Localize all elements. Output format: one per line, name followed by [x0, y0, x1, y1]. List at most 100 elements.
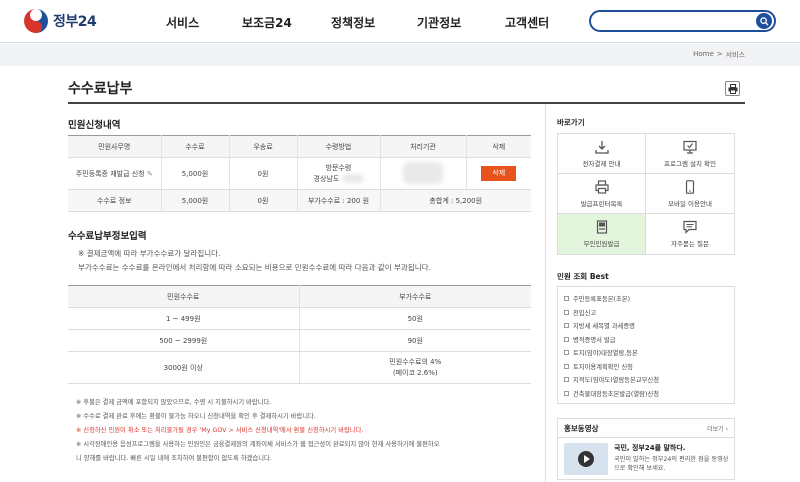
taegeuk-logo-icon — [24, 9, 48, 33]
fee-cell: 5,000원 — [160, 157, 229, 190]
nav-policy-info[interactable]: 정책정보 — [331, 14, 375, 31]
quick-link-label: 전자결제 안내 — [582, 159, 621, 168]
header: 정부24 서비스 보조금24 정책정보 기관정보 고객센터 — [0, 0, 800, 43]
list-item[interactable]: 지방세 세목별 과세증명 — [564, 319, 728, 333]
extra-fee-payco: (페이코 2.6%) — [392, 368, 438, 377]
payment-info-heading: 수수료납부정보입력 — [68, 231, 147, 242]
col-header: 민원사무명 — [68, 135, 161, 158]
receive-method-cell: 방문수령 경상남도 — [296, 157, 380, 190]
quick-link-epayment[interactable]: 전자결제 안내 — [558, 134, 646, 174]
breadcrumb: Home > 서비스 — [693, 50, 745, 60]
extra-fee: 민원수수료의 4% — [389, 357, 442, 366]
nav-agency-info[interactable]: 기관정보 — [417, 14, 461, 31]
quick-link-label: 자주묻는 질문 — [671, 240, 709, 248]
fee-description: 부가수수료는 수수료를 온라인에서 처리함에 따라 소요되는 비용으로 민원수수… — [78, 263, 431, 272]
mobile-icon — [685, 179, 695, 194]
best-item-label: 주민등록표등본(초본) — [573, 296, 631, 304]
quick-link-label: 프로그램 설치 확인 — [664, 159, 716, 168]
nav-subsidy24[interactable]: 보조금24 — [242, 14, 292, 31]
fee-range: 3000원 이상 — [68, 351, 299, 384]
video-thumbnail[interactable] — [564, 443, 608, 475]
search-input[interactable] — [589, 10, 776, 32]
service-name: 주민등록증 재발급 신청 — [75, 169, 145, 178]
print-button[interactable] — [725, 81, 740, 96]
logo-text: 정부24 — [53, 14, 97, 30]
bullet-icon — [564, 377, 569, 383]
promo-video-box: 홍보동영상 더보기 › 국민, 정부24를 말하다. 국민이 말하는 정부24의… — [557, 418, 735, 480]
agency-cell — [379, 157, 466, 190]
table-row: 3000원 이상 민원수수료의 4% (페이코 2.6%) — [68, 351, 531, 384]
promo-text: 국민이 말하는 정부24의 편리한 점을 동영상으로 확인해 보세요. — [614, 456, 729, 472]
extra-fee-cell: 민원수수료의 4% (페이코 2.6%) — [298, 351, 531, 384]
promo-title[interactable]: 국민, 정부24를 말하다. — [614, 443, 685, 453]
best-item-label: 토지(임야)대장열람,등본 — [573, 350, 638, 358]
search-button[interactable] — [756, 13, 772, 29]
quick-link-program-check[interactable]: 프로그램 설치 확인 — [646, 134, 734, 174]
quick-link-kiosk[interactable]: 무인민원발급 — [558, 214, 646, 254]
summary-label: 수수료 정보 — [68, 189, 161, 212]
extra-fee: 50원 — [298, 307, 531, 330]
col-header: 삭제 — [465, 135, 531, 158]
notice-cancel-refund: ※ 신청하신 민원이 취소 또는 처리불가될 경우 'My GOV > 서비스 … — [76, 427, 364, 434]
quick-link-mobile[interactable]: 모바일 이용안내 — [646, 174, 734, 214]
kiosk-icon — [596, 220, 607, 234]
edit-icon[interactable]: ✎ — [147, 170, 153, 178]
list-item[interactable]: 토지이용계획확인 신청 — [564, 360, 728, 374]
bullet-icon — [564, 309, 569, 315]
notice-no-refund: ※ 수수료 결제 완료 후에는 환불이 불가능 하오니 신청내역을 확인 후 결… — [76, 413, 316, 420]
list-item[interactable]: 주민등록표등본(초본) — [564, 292, 728, 306]
summary-fee: 5,000원 — [160, 189, 229, 212]
bullet-icon — [564, 323, 569, 329]
col-header: 처리기관 — [379, 135, 466, 158]
list-item[interactable]: 토지(임야)대장열람,등본 — [564, 346, 728, 360]
col-header: 민원수수료 — [68, 285, 299, 308]
breadcrumb-services[interactable]: 서비스 — [726, 50, 745, 60]
list-item[interactable]: 지적도(임야도)열람등본교부신청 — [564, 373, 728, 387]
logo[interactable]: 정부24 — [23, 8, 103, 34]
breadcrumb-bar: Home > 서비스 — [0, 44, 800, 66]
quick-link-printers[interactable]: 발급프린터목록 — [558, 174, 646, 214]
col-header: 부가수수료 — [298, 285, 531, 308]
application-history-heading: 민원신청내역 — [68, 120, 121, 131]
breadcrumb-separator: > — [716, 50, 723, 58]
summary-postage: 0원 — [228, 189, 297, 212]
nav-customer-center[interactable]: 고객센터 — [505, 14, 549, 31]
notice-postpaid: ※ 후불은 결제 금액에 포함되지 않았으므로, 수령 시 지불하시기 바랍니다… — [76, 399, 272, 406]
bullet-icon — [564, 350, 569, 356]
delete-button[interactable]: 삭제 — [481, 166, 517, 181]
best-item-label: 건축물대장등초본발급(열람)신청 — [573, 390, 660, 398]
bullet-icon — [564, 336, 569, 342]
nav-services[interactable]: 서비스 — [166, 14, 199, 31]
extra-fee: 90원 — [298, 329, 531, 352]
col-header: 우송료 — [228, 135, 297, 158]
col-header: 수령방법 — [296, 135, 380, 158]
printer-icon — [594, 179, 609, 194]
list-item[interactable]: 병적증명서 발급 — [564, 333, 728, 347]
list-item[interactable]: 전입신고 — [564, 306, 728, 320]
table-row: 1 ~ 499원 50원 — [68, 307, 531, 330]
best-item-label: 지적도(임야도)열람등본교부신청 — [573, 377, 660, 385]
title-divider — [68, 102, 745, 104]
printer-icon — [728, 83, 737, 94]
best-item-label: 토지이용계획확인 신청 — [573, 363, 633, 371]
sidebar-divider — [545, 104, 546, 482]
promo-divider — [558, 437, 734, 438]
delete-cell: 삭제 — [465, 157, 531, 190]
quick-link-label: 무인민원발급 — [583, 240, 620, 248]
postage-cell: 0원 — [228, 157, 297, 190]
quick-links: 전자결제 안내 프로그램 설치 확인 발급프린터목록 모바일 이용안내 무인민원… — [557, 133, 735, 255]
notice-accessibility-cont: 니 양해를 바랍니다. 빠른 시일 내에 조치하여 불편함이 없도록 하겠습니다… — [76, 455, 272, 462]
best-item-label: 지방세 세목별 과세증명 — [573, 323, 635, 331]
redacted-agency — [403, 161, 443, 184]
breadcrumb-home[interactable]: Home — [693, 50, 714, 60]
list-item[interactable]: 건축물대장등초본발급(열람)신청 — [564, 387, 728, 401]
quick-link-faq[interactable]: 자주묻는 질문 — [646, 214, 734, 254]
play-icon[interactable] — [578, 451, 594, 467]
summary-total: 총합계 : 5,200원 — [379, 189, 531, 212]
table-row: 500 ~ 2999원 90원 — [68, 329, 531, 352]
receive-region: 경상남도 — [313, 174, 340, 183]
page-title: 수수료납부 — [68, 81, 133, 97]
col-header: 수수료 — [160, 135, 229, 158]
more-link[interactable]: 더보기 › — [707, 424, 728, 433]
quick-links-heading: 바로가기 — [557, 118, 585, 127]
